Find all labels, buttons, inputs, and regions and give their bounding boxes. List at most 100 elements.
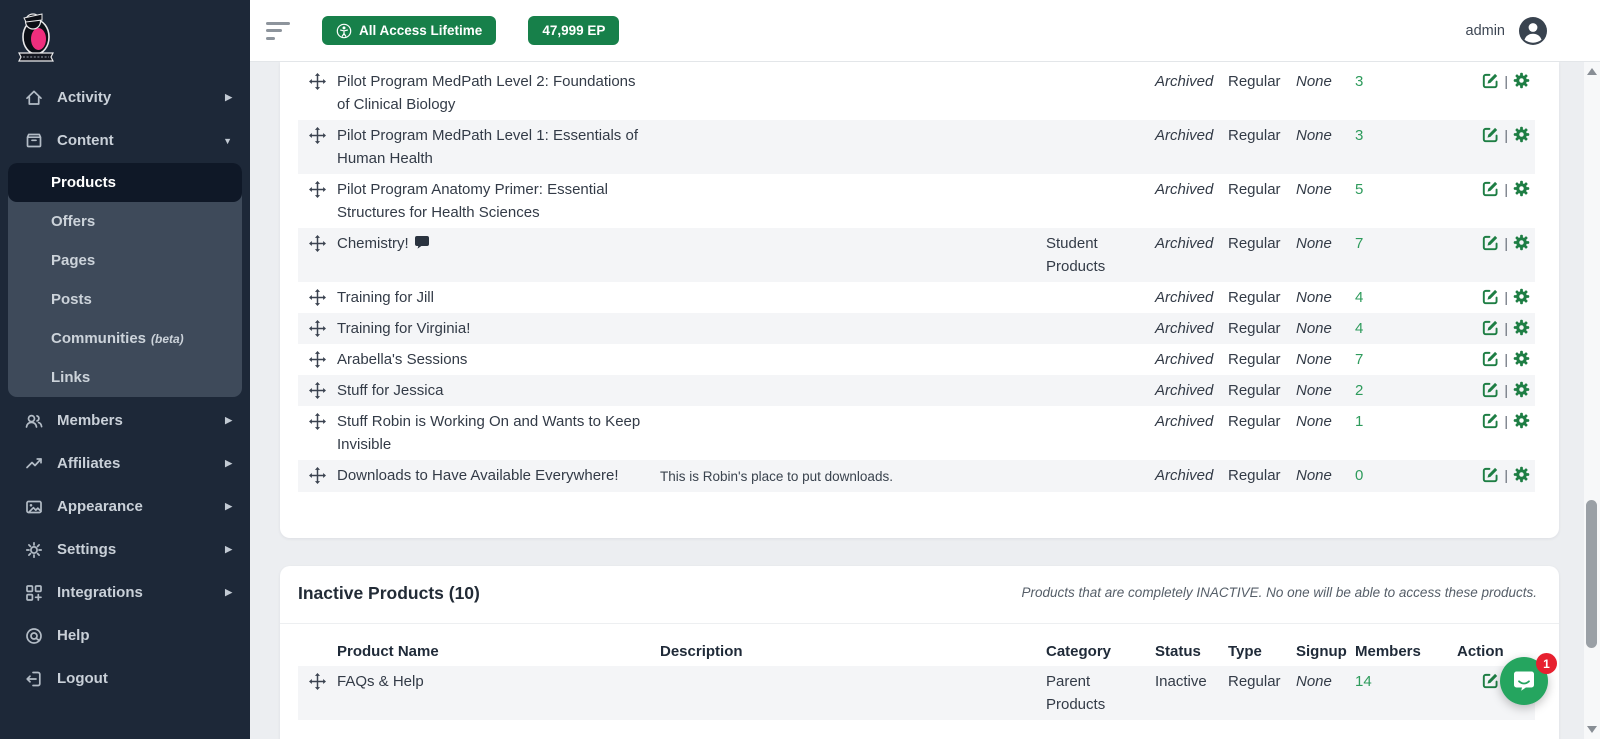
product-members-count[interactable]: 1 [1355,410,1452,433]
drag-handle[interactable] [298,348,337,368]
product-category: Parent Products [1046,670,1155,716]
drag-handle[interactable] [298,410,337,430]
vertical-scrollbar[interactable] [1584,62,1600,739]
column-header-type: Type [1228,640,1296,663]
settings-gear-icon[interactable] [1513,319,1530,336]
penguin-mascot-logo [13,9,59,67]
edit-icon[interactable] [1482,126,1499,143]
scroll-down-arrow[interactable] [1587,726,1597,733]
users-icon [24,411,44,431]
user-name-label: admin [1466,23,1506,39]
product-signup: None [1296,124,1355,147]
edit-icon[interactable] [1482,234,1499,251]
sidebar-item-activity[interactable]: Activity ▶ [0,76,250,119]
sidebar-item-integrations[interactable]: Integrations ▶ [0,571,250,614]
product-signup: None [1296,286,1355,309]
product-status: Archived [1155,464,1228,487]
help-icon [24,626,44,646]
settings-gear-icon[interactable] [1513,381,1530,398]
product-members-count[interactable]: 7 [1355,348,1452,371]
sidebar-item-label: Members [57,412,123,429]
drag-handle[interactable] [298,178,337,198]
drag-handle[interactable] [298,124,337,144]
sidebar-item-products[interactable]: Products [8,163,242,202]
scrollbar-thumb[interactable] [1586,500,1597,648]
edit-icon[interactable] [1482,350,1499,367]
drag-handle[interactable] [298,70,337,90]
sidebar-item-logout[interactable]: Logout [0,657,250,700]
archived-products-table: Pilot Program MedPath Level 2: Foundatio… [298,66,1535,492]
all-access-badge[interactable]: All Access Lifetime [322,16,496,45]
edit-icon[interactable] [1482,672,1499,689]
product-members-count[interactable]: 3 [1355,70,1452,93]
settings-gear-icon[interactable] [1513,72,1530,89]
drag-handle[interactable] [298,670,337,690]
edit-icon[interactable] [1482,412,1499,429]
product-name: Pilot Program MedPath Level 1: Essential… [337,127,638,167]
sidebar-item-members[interactable]: Members ▶ [0,399,250,442]
settings-gear-icon[interactable] [1513,288,1530,305]
product-members-count[interactable]: 14 [1355,670,1452,693]
sidebar-toggle-button[interactable] [266,22,292,40]
product-name-cell: Pilot Program MedPath Level 2: Foundatio… [337,70,660,116]
product-status: Archived [1155,124,1228,147]
edit-icon[interactable] [1482,180,1499,197]
section-note: Products that are completely INACTIVE. N… [1022,583,1538,600]
edit-icon[interactable] [1482,381,1499,398]
table-row: Arabella's Sessions Archived Regular Non… [298,344,1535,375]
sidebar-item-communities[interactable]: Communities(beta) [8,319,242,358]
brand-logo[interactable] [0,0,250,76]
sidebar-item-links[interactable]: Links [8,358,242,397]
settings-gear-icon[interactable] [1513,412,1530,429]
settings-gear-icon[interactable] [1513,180,1530,197]
sidebar-item-help[interactable]: Help [0,614,250,657]
sidebar-item-pages[interactable]: Pages [8,241,242,280]
action-separator: | [1504,466,1508,485]
product-actions: | [1452,286,1535,307]
product-members-count[interactable]: 0 [1355,464,1452,487]
table-row: Training for Jill Archived Regular None … [298,282,1535,313]
move-icon [309,235,326,252]
product-members-count[interactable]: 5 [1355,178,1452,201]
settings-gear-icon[interactable] [1513,126,1530,143]
action-separator: | [1504,180,1508,199]
drag-handle[interactable] [298,232,337,252]
settings-gear-icon[interactable] [1513,234,1530,251]
product-name-cell: Stuff for Jessica [337,379,660,402]
product-members-count[interactable]: 4 [1355,317,1452,340]
drag-handle[interactable] [298,317,337,337]
sidebar-item-appearance[interactable]: Appearance ▶ [0,485,250,528]
column-header-signup: Signup [1296,640,1355,663]
sidebar-item-label: Communities [51,330,146,347]
product-name-cell: Arabella's Sessions [337,348,660,371]
edit-icon[interactable] [1482,288,1499,305]
product-signup: None [1296,178,1355,201]
product-members-count[interactable]: 7 [1355,232,1452,255]
edit-icon[interactable] [1482,466,1499,483]
sidebar-item-settings[interactable]: Settings ▶ [0,528,250,571]
sidebar-item-offers[interactable]: Offers [8,202,242,241]
drag-handle[interactable] [298,464,337,484]
settings-gear-icon[interactable] [1513,466,1530,483]
sidebar-item-posts[interactable]: Posts [8,280,242,319]
drag-handle[interactable] [298,286,337,306]
edit-icon[interactable] [1482,319,1499,336]
sidebar-item-label: Links [51,369,90,386]
avatar[interactable] [1518,16,1548,46]
product-description [660,379,1046,380]
settings-gear-icon[interactable] [1513,350,1530,367]
member-access-icon [336,23,352,39]
sidebar-item-content[interactable]: Content ▼ [0,119,250,162]
product-members-count[interactable]: 4 [1355,286,1452,309]
scroll-up-arrow[interactable] [1587,68,1597,75]
apps-plus-icon [24,583,44,603]
ep-points-badge[interactable]: 47,999 EP [528,16,619,45]
product-members-count[interactable]: 2 [1355,379,1452,402]
sidebar-item-affiliates[interactable]: Affiliates ▶ [0,442,250,485]
table-row: Chemistry! Student Products Archived Reg… [298,228,1535,282]
product-name: Stuff for Jessica [337,382,443,399]
edit-icon[interactable] [1482,72,1499,89]
drag-handle[interactable] [298,379,337,399]
product-members-count[interactable]: 3 [1355,124,1452,147]
product-name: Arabella's Sessions [337,351,467,368]
